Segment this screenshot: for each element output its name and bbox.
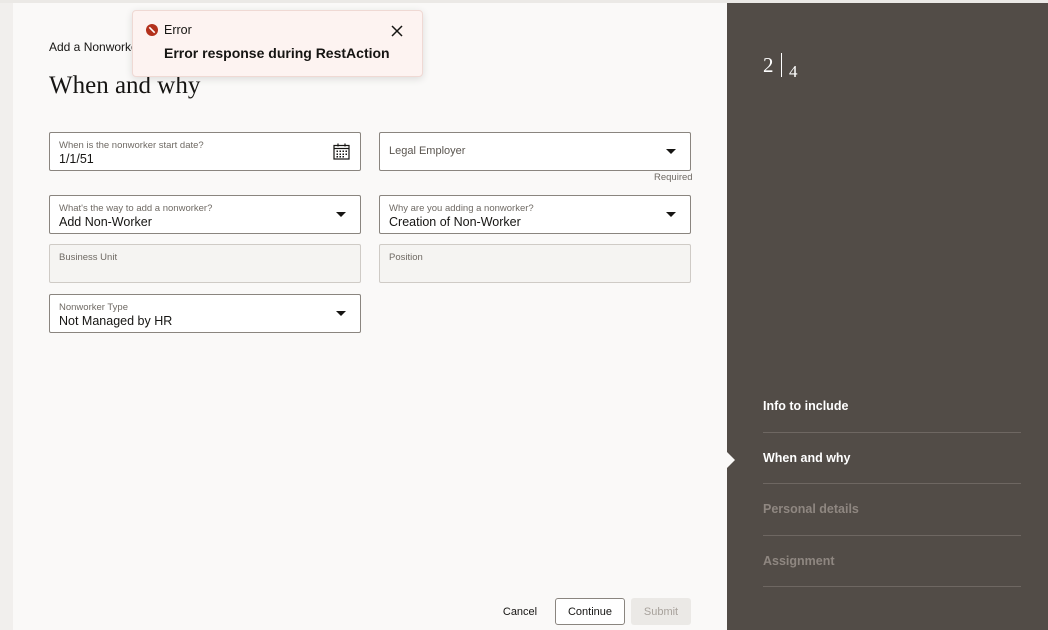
position-field: Position bbox=[379, 244, 691, 283]
position-label: Position bbox=[389, 252, 423, 263]
nonworker-type-value: Not Managed by HR bbox=[59, 314, 173, 328]
total-step-number: 4 bbox=[789, 62, 798, 81]
way-to-add-select[interactable]: What's the way to add a nonworker? Add N… bbox=[49, 195, 361, 234]
step-label: When and why bbox=[763, 450, 851, 465]
step-info-to-include[interactable]: Info to include bbox=[763, 381, 1021, 433]
current-step-pointer bbox=[727, 452, 735, 468]
step-personal-details: Personal details bbox=[763, 484, 1021, 536]
nonworker-type-select[interactable]: Nonworker Type Not Managed by HR bbox=[49, 294, 361, 333]
chevron-down-icon bbox=[336, 311, 346, 316]
step-counter-divider bbox=[781, 53, 782, 77]
toast-title: Error bbox=[164, 23, 192, 37]
business-unit-field: Business Unit bbox=[49, 244, 361, 283]
error-icon bbox=[146, 24, 158, 36]
reason-value: Creation of Non-Worker bbox=[389, 215, 521, 229]
main-content: Add a Nonworker When and why When is the… bbox=[13, 3, 727, 630]
legal-employer-required-hint: Required bbox=[654, 172, 693, 183]
step-label: Personal details bbox=[763, 502, 859, 517]
reason-select[interactable]: Why are you adding a nonworker? Creation… bbox=[379, 195, 691, 234]
page-subtitle: Add a Nonworker bbox=[49, 40, 142, 54]
chevron-down-icon bbox=[666, 149, 676, 154]
error-toast: Error Error response during RestAction bbox=[132, 10, 423, 77]
business-unit-label: Business Unit bbox=[59, 252, 118, 263]
step-list: Info to include When and why Personal de… bbox=[763, 381, 1021, 587]
way-to-add-label: What's the way to add a nonworker? bbox=[59, 203, 213, 214]
cancel-button[interactable]: Cancel bbox=[496, 599, 544, 625]
left-gutter bbox=[0, 3, 13, 630]
start-date-value: 1/1/51 bbox=[59, 152, 94, 166]
current-step-number: 2 bbox=[763, 53, 774, 77]
start-date-label: When is the nonworker start date? bbox=[59, 140, 204, 151]
way-to-add-value: Add Non-Worker bbox=[59, 215, 152, 229]
calendar-icon[interactable] bbox=[333, 143, 350, 160]
step-when-and-why[interactable]: When and why bbox=[763, 433, 1021, 484]
step-label: Info to include bbox=[763, 399, 849, 414]
legal-employer-select[interactable]: Legal Employer bbox=[379, 132, 691, 171]
reason-label: Why are you adding a nonworker? bbox=[389, 203, 534, 214]
chevron-down-icon bbox=[666, 212, 676, 217]
chevron-down-icon bbox=[336, 212, 346, 217]
progress-panel: 2 4 Info to include When and why Persona… bbox=[727, 3, 1048, 630]
start-date-field[interactable]: When is the nonworker start date? 1/1/51 bbox=[49, 132, 361, 171]
toast-message: Error response during RestAction bbox=[164, 45, 390, 61]
continue-button[interactable]: Continue bbox=[555, 598, 625, 625]
submit-button: Submit bbox=[631, 598, 691, 625]
legal-employer-placeholder: Legal Employer bbox=[389, 145, 466, 157]
step-label: Assignment bbox=[763, 553, 835, 568]
step-assignment: Assignment bbox=[763, 536, 1021, 587]
nonworker-type-label: Nonworker Type bbox=[59, 302, 128, 313]
close-icon[interactable] bbox=[390, 24, 404, 38]
